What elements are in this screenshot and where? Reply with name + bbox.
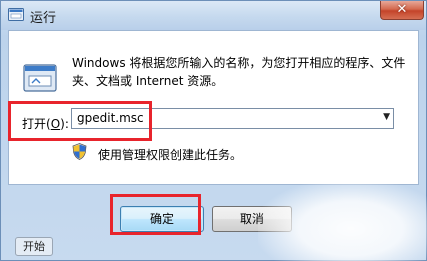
admin-note: 使用管理权限创建此任务。 (98, 148, 243, 162)
uac-shield-icon (72, 143, 87, 160)
open-field-highlight (8, 101, 152, 141)
run-app-icon (8, 8, 24, 21)
run-program-icon (23, 64, 57, 92)
watermark-overlay (258, 180, 427, 261)
ok-button-highlight (110, 194, 201, 235)
dialog-description: Windows 将根据您所输入的名称，为您打开相应的程序、文件夹、文档或 Int… (72, 56, 406, 88)
window-title: 运行 (30, 11, 57, 26)
chevron-down-icon[interactable]: ▼ (383, 112, 390, 122)
close-button[interactable]: ✕ (380, 1, 424, 20)
start-button[interactable]: 开始 (15, 237, 53, 256)
title-bar[interactable]: 运行 ✕ (1, 1, 426, 30)
close-icon: ✕ (396, 2, 408, 17)
